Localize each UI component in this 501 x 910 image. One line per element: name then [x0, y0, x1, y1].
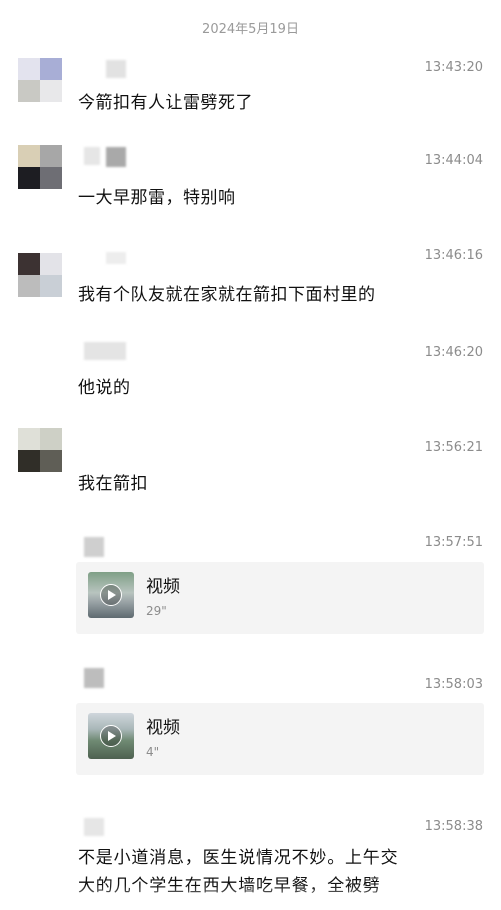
message-line: 不是小道消息，医生说情况不妙。上午交: [78, 848, 399, 868]
video-thumbnail: [88, 572, 134, 618]
sender-name: [84, 342, 126, 360]
message-time: 13:56:21: [424, 440, 483, 455]
video-label: 视频: [146, 577, 180, 597]
avatar[interactable]: [18, 145, 62, 189]
message-text[interactable]: 我在箭扣: [78, 469, 148, 494]
message-time: 13:46:20: [424, 345, 483, 360]
sender-name: [84, 537, 104, 557]
avatar[interactable]: [18, 253, 62, 297]
video-label: 视频: [146, 718, 180, 738]
play-icon: [100, 584, 122, 606]
message-time: 13:44:04: [424, 153, 483, 168]
message-time: 13:57:51: [424, 535, 483, 550]
message-text[interactable]: 一大早那雷，特别响: [78, 183, 236, 208]
sender-name: [106, 147, 126, 167]
avatar[interactable]: [18, 58, 62, 102]
message-time: 13:46:16: [424, 248, 483, 263]
sender-name: [84, 818, 104, 836]
avatar[interactable]: [18, 428, 62, 472]
message-text[interactable]: 今箭扣有人让雷劈死了: [78, 88, 253, 113]
video-duration: 29": [146, 604, 167, 618]
message-time: 13:58:38: [424, 819, 483, 834]
video-message[interactable]: 视频 29": [76, 562, 484, 634]
message-text[interactable]: 我有个队友就在家就在箭扣下面村里的: [78, 280, 376, 305]
sender-name: [106, 60, 126, 78]
date-divider: 2024年5月19日: [202, 22, 299, 37]
play-icon: [100, 725, 122, 747]
video-thumbnail: [88, 713, 134, 759]
video-message[interactable]: 视频 4": [76, 703, 484, 775]
message-text[interactable]: 他说的: [78, 373, 131, 398]
message-time: 13:58:03: [424, 677, 483, 692]
sender-name: [84, 668, 104, 688]
sender-name: [106, 252, 126, 264]
bottom-fade: [0, 885, 501, 910]
message-time: 13:43:20: [424, 60, 483, 75]
sender-name: [84, 147, 100, 165]
video-duration: 4": [146, 745, 160, 759]
